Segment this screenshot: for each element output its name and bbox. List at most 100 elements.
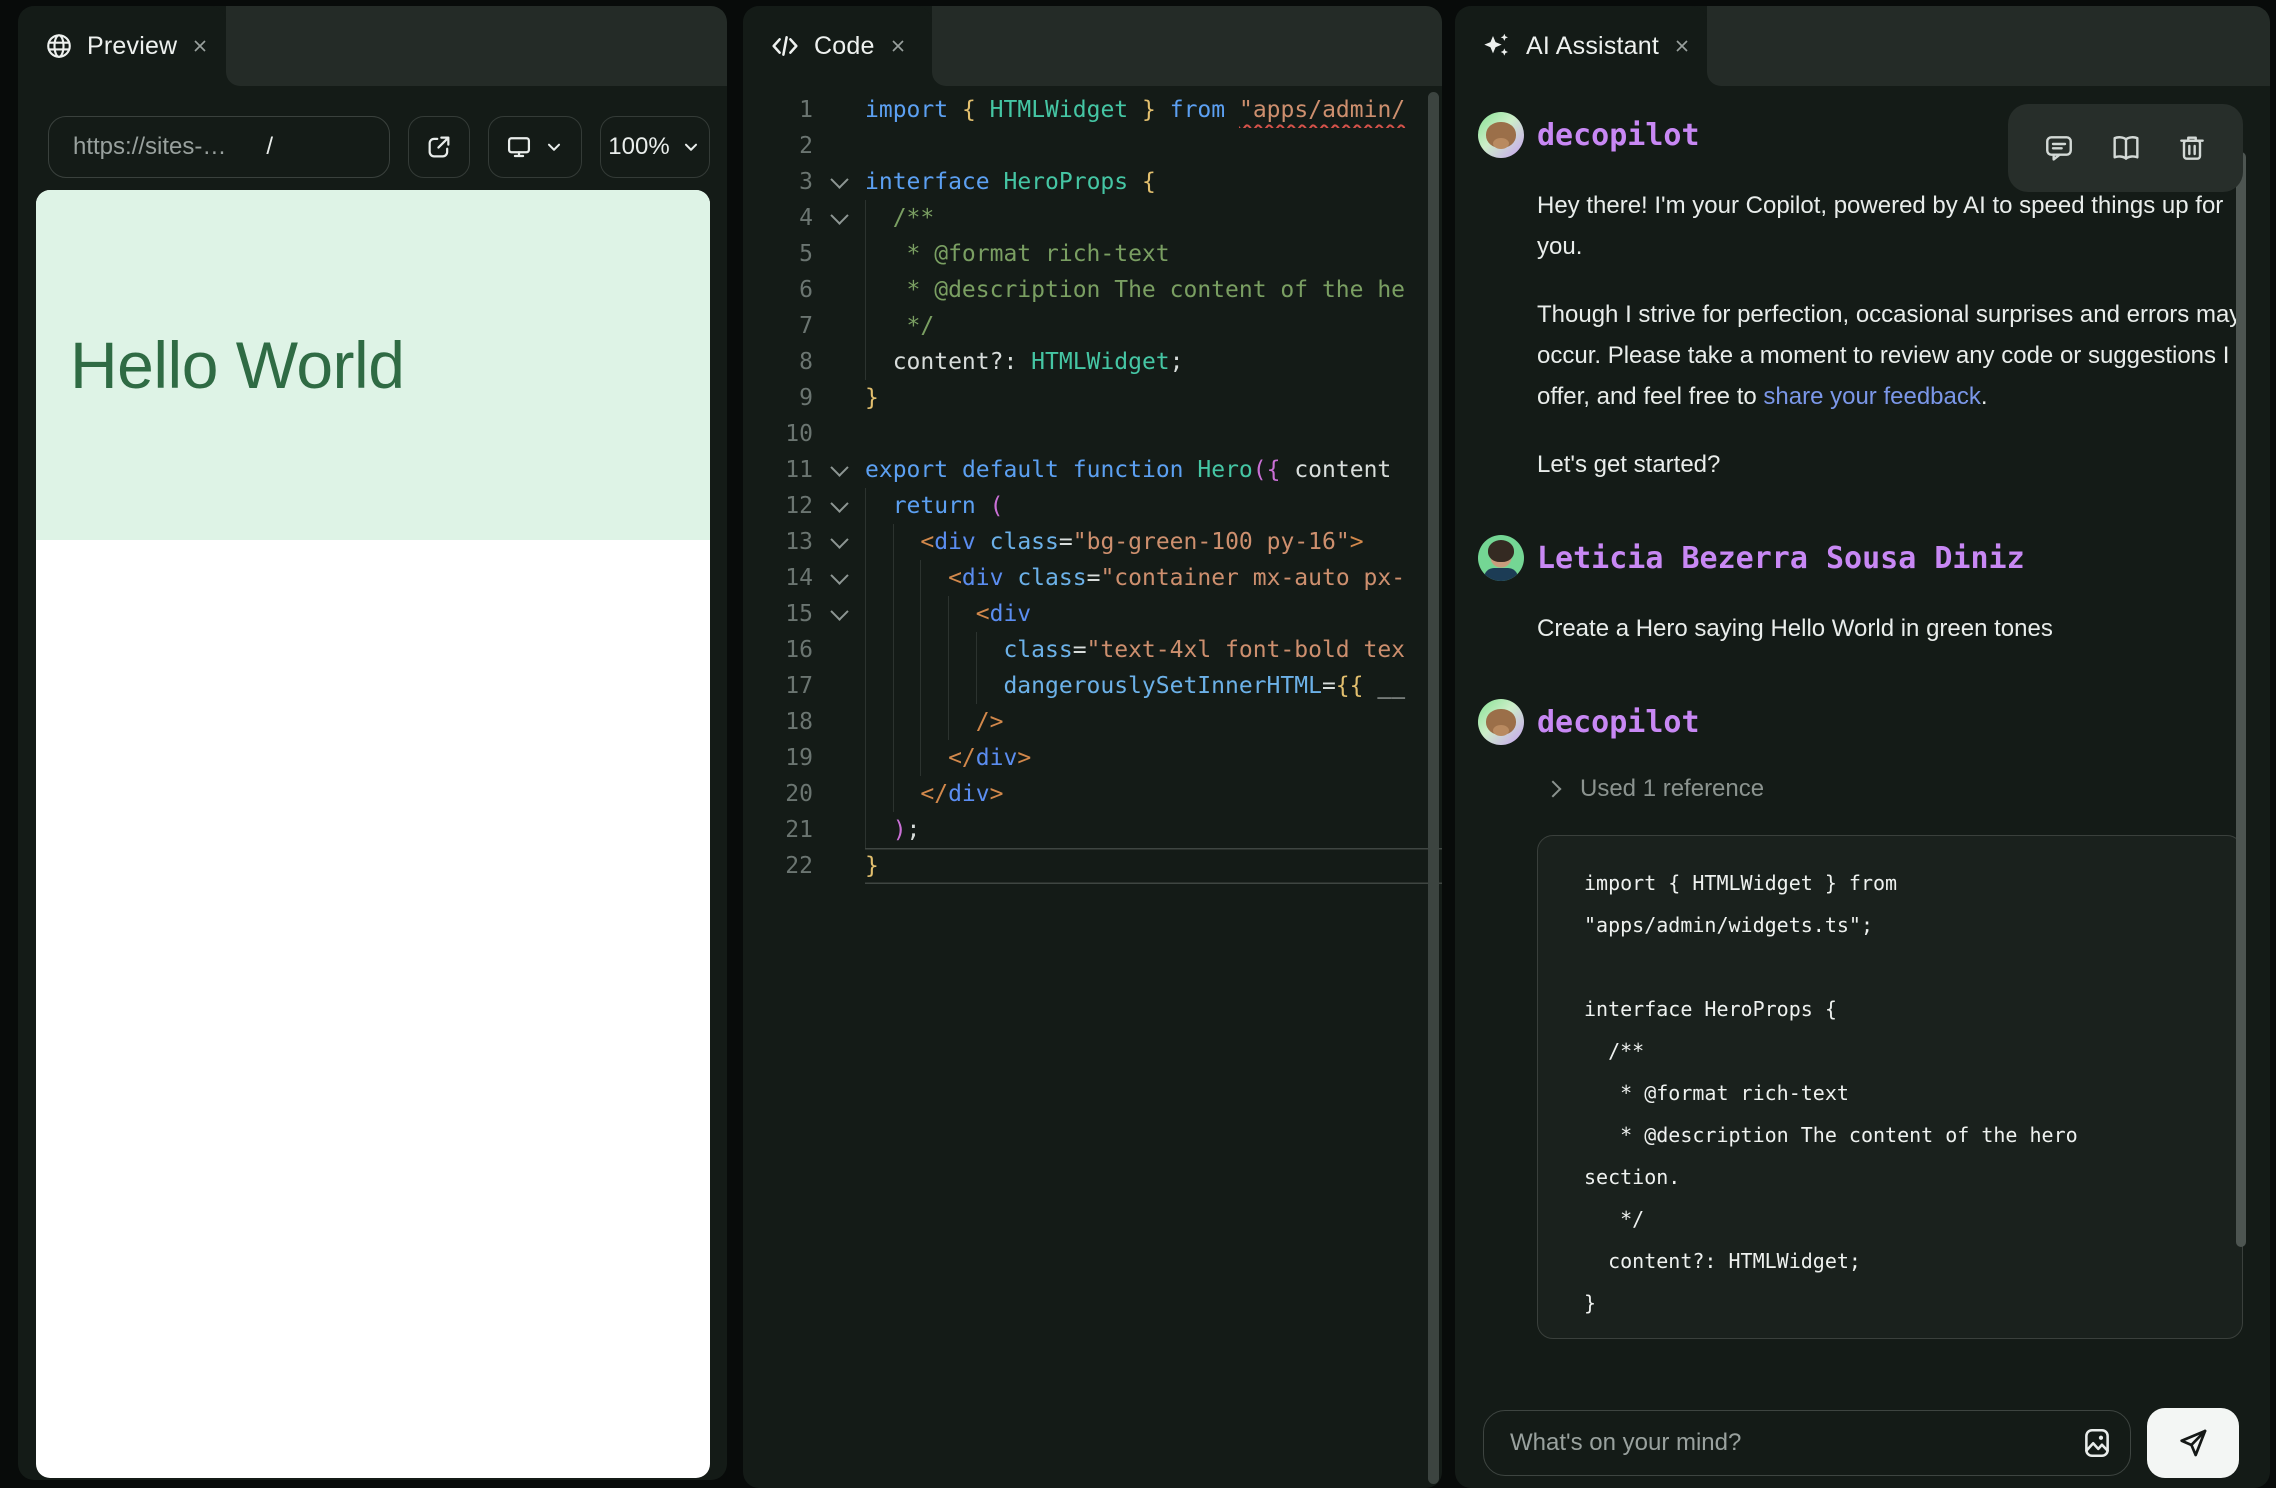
code-line[interactable]: 18 />: [743, 704, 1442, 740]
code-text: );: [865, 812, 1442, 848]
code-line[interactable]: 13 <div class="bg-green-100 py-16">: [743, 524, 1442, 560]
code-line[interactable]: 10: [743, 416, 1442, 452]
url-input[interactable]: https://sites-… /: [48, 116, 390, 178]
send-icon: [2176, 1426, 2210, 1460]
device-select-button[interactable]: [488, 116, 582, 178]
editor-scrollbar[interactable]: [1428, 92, 1439, 1484]
assistant-avatar: [1478, 699, 1524, 745]
code-line[interactable]: 11 export default function Hero({ content: [743, 452, 1442, 488]
indent-guide: [865, 308, 893, 344]
code-line[interactable]: 1 import { HTMLWidget } from "apps/admin/: [743, 92, 1442, 128]
line-number: 16: [785, 637, 813, 663]
line-number: 14: [785, 565, 813, 591]
external-link-icon: [425, 133, 453, 161]
chat-scrollbar[interactable]: [2236, 152, 2246, 1247]
code-line[interactable]: 4 /**: [743, 200, 1442, 236]
fold-chevron-icon[interactable]: [813, 524, 865, 560]
code-text: * @description The content of the he: [865, 272, 1442, 308]
fold-chevron-icon[interactable]: [813, 452, 865, 488]
fold-chevron-icon[interactable]: [813, 560, 865, 596]
indent-guide: [865, 236, 893, 272]
close-icon[interactable]: [190, 36, 210, 56]
text-run: Create a Hero saying Hello World in gree…: [1537, 615, 2053, 642]
chevron-down-icon: [680, 136, 702, 158]
fold-chevron-icon[interactable]: [813, 488, 865, 524]
line-number: 21: [785, 817, 813, 843]
code-line[interactable]: 12 return (: [743, 488, 1442, 524]
indent-guide: [865, 344, 893, 380]
code-text: class="text-4xl font-bold tex: [865, 632, 1442, 668]
code-line[interactable]: 2: [743, 128, 1442, 164]
code-icon: [769, 30, 801, 62]
line-number: 1: [799, 97, 813, 123]
code-line[interactable]: 17 dangerouslySetInnerHTML={{ __: [743, 668, 1442, 704]
indent-guide: [948, 668, 976, 704]
code-line[interactable]: 20 </div>: [743, 776, 1442, 812]
code-line[interactable]: 6 * @description The content of the he: [743, 272, 1442, 308]
code-line[interactable]: 19 </div>: [743, 740, 1442, 776]
code-line[interactable]: 14 <div class="container mx-auto px-: [743, 560, 1442, 596]
message-text: Though I strive for perfection, occasion…: [1537, 294, 2243, 417]
code-line[interactable]: 7 */: [743, 308, 1442, 344]
chat-message: Leticia Bezerra Sousa Diniz Create a Hero…: [1478, 535, 2243, 649]
tab-preview[interactable]: Preview: [18, 6, 226, 86]
indent-guide: [948, 632, 976, 668]
code-line[interactable]: 16 class="text-4xl font-bold tex: [743, 632, 1442, 668]
zoom-level-button[interactable]: 100%: [600, 116, 710, 178]
code-text: /**: [865, 200, 1442, 236]
text-run: Let's get started?: [1537, 451, 1721, 478]
tab-code[interactable]: Code: [743, 6, 932, 86]
indent-guide: [865, 632, 893, 668]
text-run: .: [1980, 383, 1988, 410]
indent-guide: [892, 596, 921, 632]
send-button[interactable]: [2147, 1408, 2239, 1478]
fold-chevron-icon[interactable]: [813, 200, 865, 236]
site-preview-frame[interactable]: Hello World: [36, 190, 710, 1478]
code-line[interactable]: 15 <div: [743, 596, 1442, 632]
code-text: export default function Hero({ content: [865, 457, 1392, 483]
message-header: Leticia Bezerra Sousa Diniz: [1478, 535, 2243, 581]
fold-chevron-icon[interactable]: [813, 596, 865, 632]
code-line[interactable]: 5 * @format rich-text: [743, 236, 1442, 272]
code-text: content?: HTMLWidget;: [865, 344, 1442, 380]
monitor-icon: [505, 133, 533, 161]
message-author: decopilot: [1537, 704, 1700, 740]
line-number: 13: [785, 529, 813, 555]
code-editor[interactable]: 1 import { HTMLWidget } from "apps/admin/…: [743, 86, 1442, 1488]
indent-guide: [975, 668, 1004, 704]
chat-input[interactable]: [1484, 1411, 2130, 1475]
preview-tabstrip: [226, 6, 727, 86]
book-icon[interactable]: [2110, 132, 2142, 164]
indent-guide: [865, 740, 893, 776]
tab-code-label: Code: [814, 31, 875, 60]
code-text: return (: [865, 488, 1442, 524]
code-line[interactable]: 9}: [743, 380, 1442, 416]
feedback-link[interactable]: share your feedback: [1763, 383, 1980, 410]
fold-chevron-icon[interactable]: [813, 164, 865, 200]
code-line[interactable]: 22}: [743, 848, 1442, 884]
close-icon[interactable]: [888, 36, 908, 56]
code-text: import { HTMLWidget } from "apps/admin/: [865, 97, 1406, 123]
code-text: interface HeroProps {: [865, 169, 1156, 195]
line-number: 6: [799, 277, 813, 303]
image-icon[interactable]: [2080, 1426, 2114, 1460]
user-avatar: [1478, 535, 1524, 581]
open-external-button[interactable]: [408, 116, 470, 178]
comment-icon[interactable]: [2043, 132, 2075, 164]
close-icon[interactable]: [1672, 36, 1692, 56]
code-line[interactable]: 8 content?: HTMLWidget;: [743, 344, 1442, 380]
indent-guide: [892, 776, 921, 812]
code-line[interactable]: 3 interface HeroProps {: [743, 164, 1442, 200]
trash-icon[interactable]: [2176, 132, 2208, 164]
indent-guide: [920, 596, 948, 632]
reference-toggle[interactable]: Used 1 reference: [1544, 775, 2243, 803]
app-window: Preview https://sites-… / 100% Hello Wor…: [0, 0, 2276, 1488]
indent-guide: [920, 668, 948, 704]
code-line[interactable]: 21);: [743, 812, 1442, 848]
tab-ai-assistant[interactable]: AI Assistant: [1455, 6, 1707, 86]
